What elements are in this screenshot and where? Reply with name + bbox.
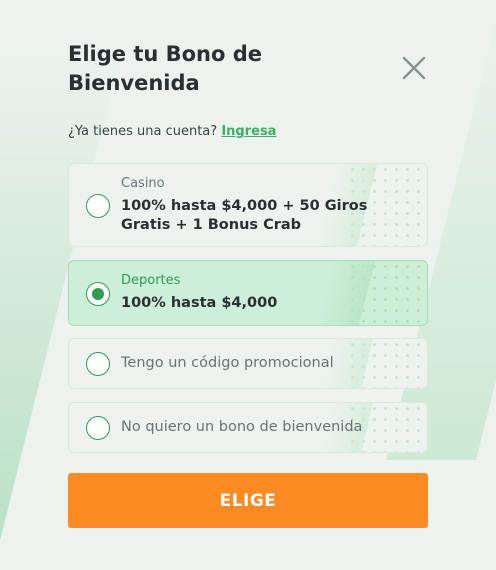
bonus-option-promo-code[interactable]: Tengo un código promocional <box>68 338 428 389</box>
close-icon <box>402 56 426 80</box>
account-prompt-text: ¿Ya tienes una cuenta? <box>68 124 218 139</box>
radio-casino[interactable] <box>86 194 110 218</box>
close-button[interactable] <box>398 52 430 84</box>
option-subtitle: Deportes <box>121 273 181 288</box>
option-pattern <box>347 339 427 388</box>
option-label: 100% hasta $4,000 + 50 Giros Gratis + 1 … <box>121 198 368 233</box>
option-pattern <box>347 261 427 325</box>
option-subtitle: Casino <box>121 176 165 191</box>
option-label: No quiero un bono de bienvenida <box>121 419 363 435</box>
choose-button[interactable]: ELIGE <box>68 473 428 528</box>
radio-deportes[interactable] <box>86 282 110 306</box>
option-label: Tengo un código promocional <box>121 355 334 371</box>
bonus-option-deportes[interactable]: Deportes 100% hasta $4,000 <box>68 260 428 326</box>
radio-no-bonus[interactable] <box>86 416 110 440</box>
bonus-option-no-bonus[interactable]: No quiero un bono de bienvenida <box>68 402 428 453</box>
radio-promo-code[interactable] <box>86 352 110 376</box>
bonus-option-casino[interactable]: Casino 100% hasta $4,000 + 50 Giros Grat… <box>68 163 428 247</box>
account-prompt: ¿Ya tienes una cuenta? Ingresa <box>68 124 276 139</box>
option-label: 100% hasta $4,000 <box>121 295 278 311</box>
login-link[interactable]: Ingresa <box>221 124 276 139</box>
modal-title: Elige tu Bono de Bienvenida <box>68 42 263 95</box>
welcome-bonus-modal: Elige tu Bono de Bienvenida ¿Ya tienes u… <box>0 0 496 570</box>
